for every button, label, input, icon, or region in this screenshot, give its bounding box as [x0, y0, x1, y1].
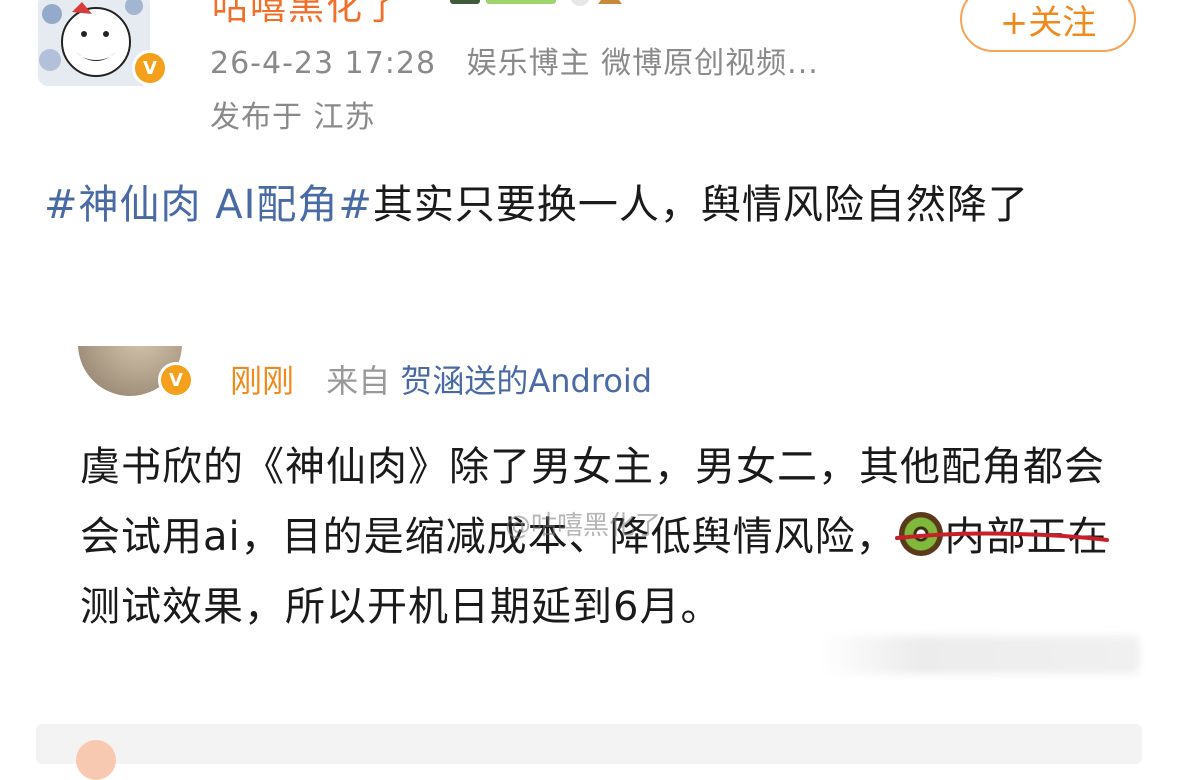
red-underline-annotation — [895, 531, 1109, 542]
verified-badge-icon: V — [132, 50, 168, 86]
follow-button[interactable]: +关注 — [960, 0, 1136, 52]
post-text: 其实只要换一人，舆情风险自然降了 — [372, 182, 1029, 228]
post-category: 娱乐博主 微博原创视频... — [466, 46, 819, 81]
quoted-verified-badge-icon: V — [158, 362, 194, 398]
quoted-from: 来自 — [326, 362, 391, 400]
blurred-area — [820, 636, 1140, 674]
watermark: @咕嘻黑化了 — [505, 511, 662, 541]
post-meta: 26-4-23 17:28 娱乐博主 微博原创视频... — [210, 38, 819, 82]
quoted-device: 贺涵送的Android — [400, 362, 653, 400]
next-card — [36, 724, 1142, 764]
post-date: 26-4-23 17:28 — [210, 46, 437, 81]
user-badges-icon — [450, 0, 622, 6]
post-location: 发布于 江苏 — [210, 100, 376, 135]
post-content: #神仙肉 AI配角#其实只要换一人，舆情风险自然降了 — [44, 172, 1134, 238]
next-card-avatar — [76, 740, 116, 780]
quoted-meta: 刚刚 来自 贺涵送的Android — [230, 356, 652, 402]
username[interactable]: 咕嘻黑化了 — [212, 0, 402, 30]
quoted-time: 刚刚 — [230, 362, 295, 400]
hashtag-link[interactable]: #神仙肉 AI配角# — [44, 182, 373, 228]
